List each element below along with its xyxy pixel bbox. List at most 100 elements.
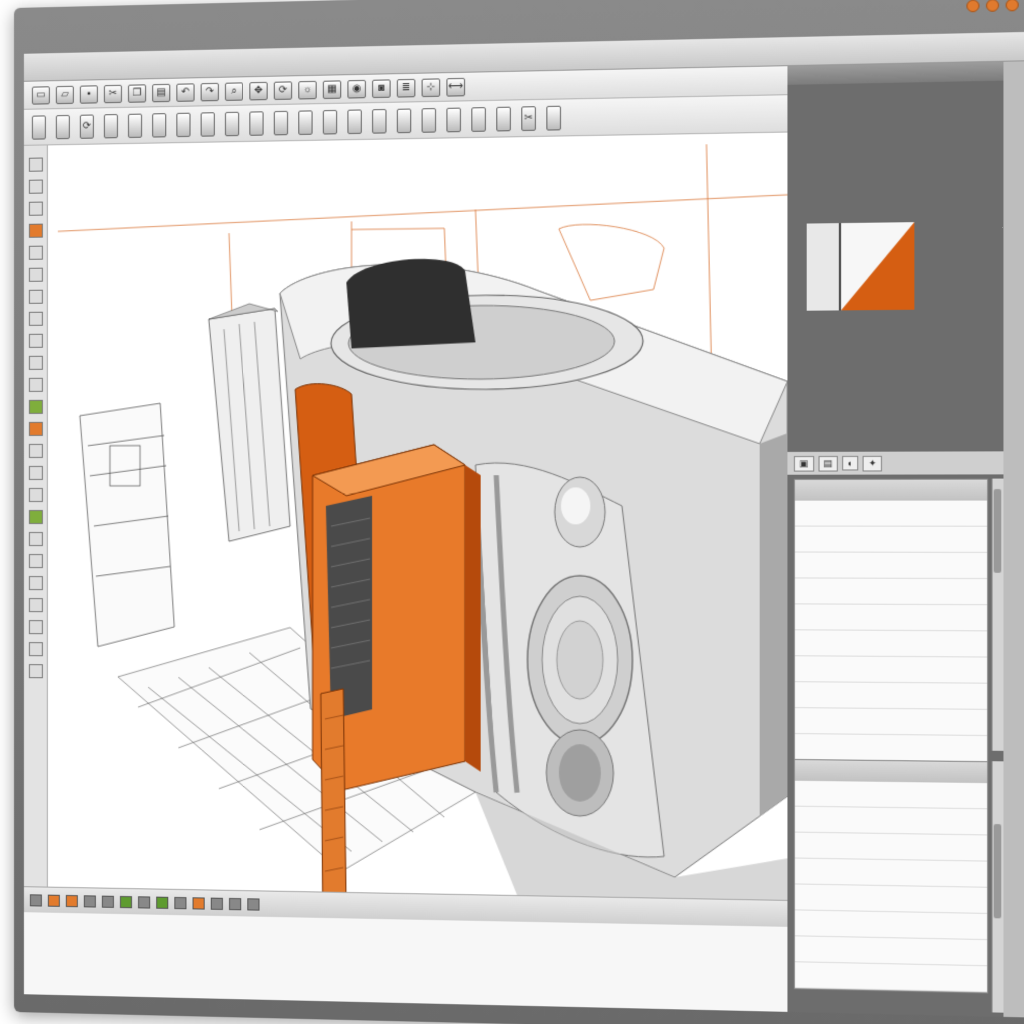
gray-swatch-icon[interactable] [138,895,151,909]
orange-tool-icon[interactable] [28,421,43,436]
curve-icon[interactable] [28,333,43,348]
list-item[interactable] [794,682,988,710]
list-item[interactable] [794,962,988,993]
orange-swatch-icon[interactable] [47,894,60,907]
select-icon[interactable] [28,157,43,172]
fillet-icon[interactable] [446,107,461,132]
cylinder-icon[interactable] [152,112,167,138]
arc-icon[interactable] [273,110,289,135]
camera-icon[interactable]: ◙ [372,78,391,98]
tab-scene[interactable]: ▣ [793,455,814,472]
dim-icon[interactable] [347,108,362,134]
gray-swatch-icon[interactable] [247,897,260,911]
plane-icon[interactable] [224,111,240,136]
hand-icon[interactable] [28,245,43,260]
gray-swatch-icon[interactable] [229,897,242,910]
object-list-scrollbar[interactable] [991,761,1004,1013]
paste-icon[interactable]: ▤ [152,83,171,102]
scrollbar-thumb[interactable] [993,489,1002,573]
layer-icon[interactable] [28,465,43,480]
chamfer-icon[interactable] [471,106,486,132]
list-item[interactable] [794,910,988,941]
mirror-icon[interactable] [396,108,412,133]
array-icon[interactable] [421,107,437,133]
maximize-button[interactable] [986,0,1000,12]
list-item[interactable] [794,552,988,580]
list-item[interactable] [794,604,988,632]
list-item[interactable] [794,884,988,914]
zoom-icon[interactable] [28,598,43,613]
list-item[interactable] [794,858,988,888]
scrollbar-thumb[interactable] [993,824,1002,919]
list-item[interactable] [794,936,988,967]
list-item[interactable] [794,526,988,553]
select-icon[interactable] [31,114,46,140]
text-icon[interactable] [322,109,338,135]
list-item[interactable] [794,578,988,606]
green-tool-icon[interactable] [28,399,43,414]
measure-icon[interactable] [28,532,43,547]
section-icon[interactable] [372,108,387,134]
wire-icon[interactable] [28,267,43,282]
layer-icon[interactable] [29,893,42,907]
list-item[interactable] [794,656,988,684]
zoom-icon[interactable]: ⌕ [224,81,244,101]
snap-icon[interactable]: ⊹ [421,77,441,97]
pan-icon[interactable]: ✥ [249,81,268,100]
orange-swatch-icon[interactable] [65,894,78,907]
tab-materials[interactable]: ◐ [842,455,859,471]
material-preview[interactable] [806,222,915,311]
settings-icon[interactable] [28,664,43,679]
orange-tool-icon[interactable] [28,223,43,238]
folder-icon[interactable]: ▱ [55,85,74,104]
orange-swatch-icon[interactable] [192,896,205,910]
boolean-icon[interactable] [546,105,561,131]
save-icon[interactable]: ▪ [79,84,98,104]
gray-swatch-icon[interactable] [101,895,114,908]
cut-icon[interactable]: ✂ [521,105,536,131]
light-icon[interactable] [28,554,43,569]
rotate-icon[interactable]: ⟳ [273,80,293,100]
move-icon[interactable] [55,114,70,139]
list-item[interactable] [794,806,988,836]
list-item[interactable] [794,708,988,737]
minimize-button[interactable] [966,0,980,13]
snap-icon[interactable] [28,443,43,458]
camera-icon[interactable] [28,576,43,591]
rotate-icon[interactable] [28,642,43,657]
rotate-icon[interactable]: ⟳ [79,113,94,139]
sphere-icon[interactable] [200,111,215,137]
gray-swatch-icon[interactable] [174,896,187,909]
pan-icon[interactable] [28,620,43,635]
shell-icon[interactable] [496,106,511,131]
light-icon[interactable]: ☼ [298,80,317,99]
green-tool-icon[interactable] [28,510,43,525]
list-item[interactable] [794,630,988,658]
grid-icon[interactable]: ▦ [322,79,342,99]
list-item[interactable] [794,832,988,862]
scale-icon[interactable] [103,113,118,138]
green-swatch-icon[interactable] [156,896,169,909]
text-icon[interactable] [28,377,43,392]
copy-icon[interactable]: ❐ [127,83,147,103]
redo-icon[interactable]: ↷ [200,82,219,101]
dim-icon[interactable] [28,355,43,370]
box-icon[interactable] [176,112,191,137]
scene-tree-scrollbar[interactable] [991,478,1004,751]
measure-icon[interactable]: ⟷ [446,77,466,97]
list-item[interactable] [794,500,988,527]
list-item[interactable] [794,780,988,810]
brush-icon[interactable] [28,201,43,216]
curve-icon[interactable] [298,109,313,135]
render-icon[interactable]: ◉ [347,79,366,99]
paint-icon[interactable] [28,289,43,304]
cut-icon[interactable]: ✂ [103,84,122,103]
layer-icon[interactable]: ≣ [396,78,416,98]
close-button[interactable] [1005,0,1019,12]
undo-icon[interactable]: ↶ [176,82,195,102]
list-item[interactable] [794,734,988,763]
3d-viewport[interactable] [47,132,788,900]
grid-icon[interactable] [28,487,43,502]
line-icon[interactable] [249,110,264,136]
node-icon[interactable] [28,311,43,326]
